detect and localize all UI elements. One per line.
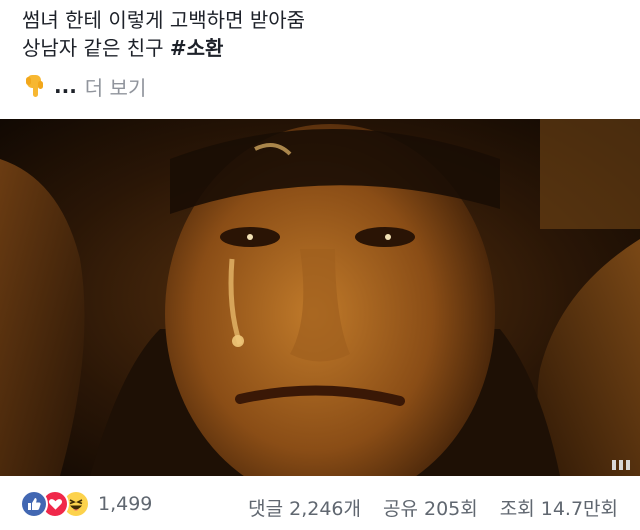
see-more-ellipsis: ... [54, 74, 77, 98]
hashtag-link[interactable]: #소환 [170, 36, 224, 60]
like-icon [20, 490, 48, 518]
caption-line-2: 상남자 같은 친구 #소환 [22, 34, 622, 62]
see-more-row[interactable]: ... 더 보기 [24, 72, 146, 100]
reactions-summary[interactable]: 1,499 [20, 490, 152, 518]
reaction-count: 1,499 [98, 493, 153, 515]
caption-line-2-text: 상남자 같은 친구 [22, 36, 170, 60]
post-footer: 1,499 댓글 2,246개 공유 205회 조회 14.7만회 [0, 486, 640, 530]
see-more-link[interactable]: 더 보기 [85, 72, 147, 101]
shares-count-link[interactable]: 공유 205회 [383, 494, 478, 521]
post-stats: 댓글 2,246개 공유 205회 조회 14.7만회 [248, 494, 618, 521]
video-player[interactable] [0, 119, 640, 476]
comments-count-link[interactable]: 댓글 2,246개 [248, 494, 361, 521]
views-count: 조회 14.7만회 [499, 498, 618, 520]
post-caption: 썸녀 한테 이렇게 고백하면 받아줌 상남자 같은 친구 #소환 [22, 6, 622, 62]
video-quality-icon[interactable] [612, 460, 630, 470]
backhand-index-pointing-down-icon [24, 73, 46, 99]
caption-line-1: 썸녀 한테 이렇게 고백하면 받아줌 [22, 8, 306, 32]
video-frame [0, 119, 640, 476]
